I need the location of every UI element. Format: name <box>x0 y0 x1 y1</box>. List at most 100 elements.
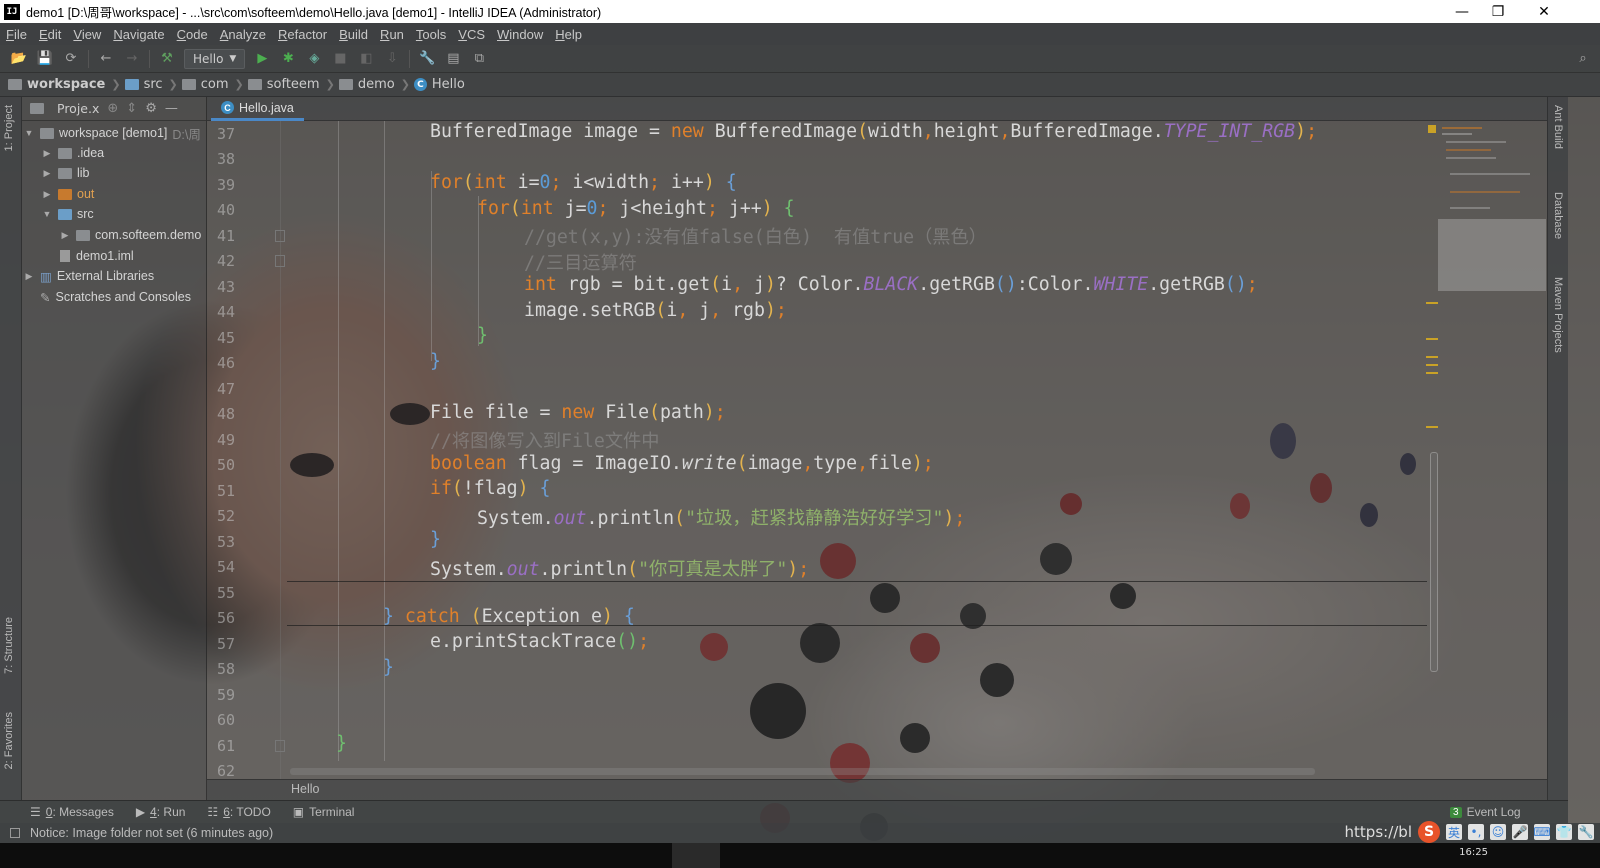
chevron-down-icon[interactable]: ▼ <box>42 209 52 219</box>
attach-icon[interactable]: ◧ <box>357 50 375 68</box>
sdk-icon[interactable]: ⧉ <box>470 50 488 68</box>
line-number: 56 <box>216 609 235 627</box>
breadcrumb-item-hello[interactable]: C Hello <box>413 77 465 92</box>
menu-file[interactable]: File <box>0 27 33 42</box>
project-structure-icon[interactable]: ▤ <box>444 50 462 68</box>
menu-tools[interactable]: Tools <box>410 27 452 42</box>
tool-tab-terminal[interactable]: ▣ Terminal <box>293 805 355 819</box>
menu-help[interactable]: Help <box>549 27 588 42</box>
breadcrumb-item-demo[interactable]: demo ❯ <box>338 77 410 92</box>
chevron-right-icon[interactable]: ▶ <box>42 148 52 159</box>
open-folder-icon[interactable]: 📂 <box>10 50 28 68</box>
tree-node-idea[interactable]: ▶ .idea <box>42 143 105 163</box>
minimap-viewport[interactable] <box>1438 219 1546 291</box>
tool-tab-database[interactable]: Database <box>1552 192 1564 239</box>
run-configuration-select[interactable]: Hello ▼ <box>184 48 246 69</box>
emoji-icon[interactable]: ☺ <box>1490 824 1506 840</box>
clock[interactable]: 16:25 <box>1459 847 1488 858</box>
hide-panel-icon[interactable]: — <box>165 101 178 116</box>
breadcrumb-item-workspace[interactable]: workspace ❯ <box>8 77 121 92</box>
tab-hello-java[interactable]: C Hello.java <box>211 97 304 121</box>
chevron-right-icon[interactable]: ▶ <box>42 189 52 200</box>
run-icon[interactable]: ▶ <box>253 50 271 68</box>
chevron-right-icon[interactable]: ▶ <box>60 230 70 241</box>
collapse-all-icon[interactable]: ⇕ <box>126 101 137 116</box>
back-arrow-icon[interactable]: ← <box>97 50 115 68</box>
build-hammer-icon[interactable]: ⚒ <box>158 50 176 68</box>
tool-tab-messages[interactable]: ☰ 0: Messages <box>30 805 114 819</box>
keyboard-icon[interactable]: ⌨ <box>1533 824 1551 840</box>
menu-window[interactable]: Window <box>491 27 549 42</box>
debug-icon[interactable]: ✱ <box>279 50 297 68</box>
chevron-down-icon[interactable]: ▼ <box>24 128 34 138</box>
status-message[interactable]: Notice: Image folder not set (6 minutes … <box>30 826 273 840</box>
warning-marker[interactable] <box>1426 356 1438 358</box>
tool-tab-ant-build[interactable]: Ant Build <box>1552 105 1564 149</box>
breadcrumb-item-src[interactable]: src ❯ <box>124 77 178 92</box>
line-number: 60 <box>216 711 235 729</box>
download-icon[interactable]: ⇩ <box>383 50 401 68</box>
tool-tab-favorites[interactable]: 2: Favorites <box>3 712 15 769</box>
tree-node-src[interactable]: ▼ src <box>42 204 94 224</box>
event-log-button[interactable]: 3 Event Log <box>1450 805 1521 819</box>
intellij-logo-icon: IJ <box>4 3 20 20</box>
tool-tab-todo[interactable]: ☷ 6: TODO <box>207 805 270 819</box>
run-icon: ▶ <box>135 805 146 819</box>
menu-analyze[interactable]: Analyze <box>214 27 272 42</box>
warning-marker[interactable] <box>1426 364 1438 366</box>
sync-icon[interactable]: ⟳ <box>62 50 80 68</box>
project-view-select[interactable]: Proje.x <box>57 101 99 116</box>
breadcrumb-item-com[interactable]: com ❯ <box>181 77 244 92</box>
menu-build[interactable]: Build <box>333 27 374 42</box>
search-icon[interactable]: ⌕ <box>1574 50 1592 68</box>
maximize-button[interactable]: ❐ <box>1476 0 1520 23</box>
warning-marker[interactable] <box>1426 302 1438 304</box>
tree-node-package[interactable]: ▶ com.softeem.demo <box>60 225 202 245</box>
tools-icon[interactable]: 🔧 <box>1578 824 1594 840</box>
warning-marker[interactable] <box>1426 426 1438 428</box>
warning-marker[interactable] <box>1426 338 1438 340</box>
menu-run[interactable]: Run <box>374 27 410 42</box>
tree-node-iml[interactable]: demo1.iml <box>60 246 134 266</box>
save-icon[interactable]: 💾 <box>36 50 54 68</box>
vertical-scrollbar[interactable] <box>1430 452 1438 672</box>
breadcrumb-item-softeem[interactable]: softeem ❯ <box>247 77 335 92</box>
stop-icon[interactable]: ■ <box>331 50 349 68</box>
tree-node-lib[interactable]: ▶ lib <box>42 163 90 183</box>
status-toggle-icon[interactable] <box>10 828 20 838</box>
locate-target-icon[interactable]: ⊕ <box>107 101 118 116</box>
menu-navigate[interactable]: Navigate <box>107 27 170 42</box>
tool-tab-run[interactable]: ▶ 4: Run <box>136 805 186 819</box>
tool-tab-project[interactable]: 1: Project <box>3 105 15 151</box>
tree-node-workspace[interactable]: ▼ workspace [demo1] D:\周 <box>24 123 201 143</box>
menu-view[interactable]: View <box>67 27 107 42</box>
skin-icon[interactable]: 👕 <box>1556 824 1572 840</box>
gear-icon[interactable]: ⚙ <box>145 101 157 116</box>
footer-class-crumb[interactable]: Hello <box>291 782 320 796</box>
voice-input-icon[interactable]: 🎤 <box>1512 824 1528 840</box>
tree-node-external-libraries[interactable]: ▶ ▥ External Libraries <box>24 266 155 286</box>
tool-tab-structure[interactable]: 7: Structure <box>3 617 15 674</box>
menu-edit[interactable]: Edit <box>33 27 67 42</box>
sogou-ime-icon[interactable]: S <box>1418 821 1440 843</box>
taskbar-active-item[interactable] <box>672 843 720 868</box>
menu-vcs[interactable]: VCS <box>452 27 491 42</box>
warning-marker[interactable] <box>1426 372 1438 374</box>
tree-node-out[interactable]: ▶ out <box>42 184 95 204</box>
close-button[interactable]: ✕ <box>1522 0 1566 23</box>
code-editor[interactable]: BufferedImage image = new BufferedImage(… <box>287 121 1427 779</box>
menu-code[interactable]: Code <box>171 27 214 42</box>
coverage-icon[interactable]: ◈ <box>305 50 323 68</box>
horizontal-scrollbar[interactable] <box>290 768 1315 775</box>
punctuation-icon[interactable]: •, <box>1468 824 1484 840</box>
warning-marker[interactable] <box>1428 125 1436 133</box>
menu-refactor[interactable]: Refactor <box>272 27 333 42</box>
code-minimap[interactable] <box>1438 121 1546 291</box>
chevron-right-icon[interactable]: ▶ <box>42 168 52 179</box>
settings-wrench-icon[interactable]: 🔧 <box>418 50 436 68</box>
tool-tab-maven-projects[interactable]: Maven Projects <box>1552 277 1564 353</box>
tree-node-scratches[interactable]: ✎ Scratches and Consoles <box>40 287 191 307</box>
ime-language-toggle[interactable]: 英 <box>1446 824 1462 840</box>
forward-arrow-icon[interactable]: → <box>123 50 141 68</box>
chevron-right-icon[interactable]: ▶ <box>24 271 34 282</box>
